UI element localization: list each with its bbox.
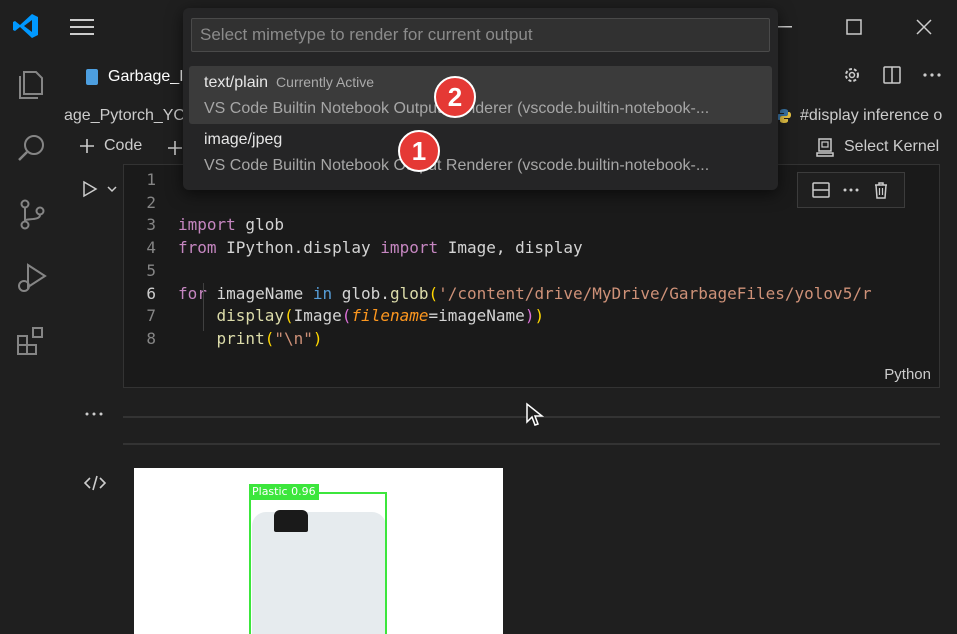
chevron-down-icon[interactable] — [106, 184, 118, 194]
annotation-badge-2: 2 — [434, 76, 476, 118]
source-control-icon[interactable] — [14, 196, 50, 232]
line-number: 5 — [146, 260, 156, 280]
maximize-icon[interactable] — [839, 12, 869, 42]
extensions-icon[interactable] — [14, 324, 50, 360]
mimetype-search-input[interactable] — [191, 18, 770, 52]
option-detail: VS Code Builtin Notebook Output Renderer… — [204, 157, 710, 174]
run-debug-icon[interactable] — [14, 260, 50, 296]
output-more-icon[interactable] — [84, 410, 104, 418]
cell-toolbar — [797, 172, 905, 208]
detection-label: Plastic 0.96 — [249, 484, 319, 500]
add-code-button[interactable]: Code — [78, 137, 142, 155]
code-token: import — [380, 238, 439, 258]
line-number: 8 — [146, 328, 156, 348]
mimetype-option-image-jpeg[interactable]: image/jpeg VS Code Builtin Notebook Outp… — [189, 124, 772, 182]
delete-icon[interactable] — [871, 180, 891, 200]
select-kernel-label: Select Kernel — [844, 138, 940, 155]
run-cell-button[interactable] — [82, 180, 118, 198]
explorer-icon[interactable] — [14, 66, 50, 102]
code-token: Image — [293, 306, 342, 326]
more-icon[interactable] — [921, 64, 943, 86]
code-token: '/content/drive/MyDrive/GarbageFiles/yol… — [438, 283, 872, 303]
vscode-logo[interactable] — [12, 12, 40, 40]
cell-language-label[interactable]: Python — [884, 366, 931, 383]
line-number: 7 — [146, 306, 156, 326]
code-token: Image, display — [438, 238, 583, 258]
editor-actions — [841, 64, 943, 86]
breadcrumb-cell[interactable]: #display inference o — [776, 107, 942, 125]
option-label-row: text/plain Currently Active — [204, 70, 757, 95]
menu-icon[interactable] — [68, 16, 96, 38]
search-icon[interactable] — [14, 130, 50, 166]
mimetype-quick-pick: text/plain Currently Active VS Code Built… — [183, 8, 778, 190]
option-detail: VS Code Builtin Notebook Output Renderer… — [204, 100, 710, 117]
code-token: ( — [428, 283, 439, 303]
code-token: glob. — [332, 283, 390, 303]
add-code-label: Code — [104, 137, 143, 154]
option-label: text/plain — [204, 74, 269, 91]
code-token: imageName — [206, 283, 313, 303]
code-token: ) — [534, 306, 545, 326]
code-token: display — [216, 306, 284, 326]
split-cell-icon[interactable] — [811, 180, 831, 200]
code-token: from — [178, 238, 217, 258]
line-number: 3 — [146, 215, 156, 235]
code-token: ) — [524, 306, 535, 326]
tab-label: Garbage_I — [108, 68, 184, 85]
code-token: ) — [312, 328, 323, 348]
indent-guide — [203, 283, 204, 331]
notebook-file-icon — [86, 69, 98, 85]
split-editor-icon[interactable] — [881, 64, 903, 86]
code-token: ( — [283, 306, 294, 326]
line-number: 6 — [146, 283, 156, 303]
line-number: 4 — [146, 238, 156, 258]
activity-bar — [0, 52, 64, 634]
close-icon[interactable] — [909, 12, 939, 42]
select-kernel-button[interactable]: Select Kernel — [816, 137, 939, 157]
code-token: print — [216, 328, 265, 348]
tab-notebook[interactable]: Garbage_I — [78, 60, 198, 94]
detection-box — [249, 492, 387, 634]
code-token: glob — [235, 215, 284, 235]
mouse-cursor-icon — [526, 402, 545, 426]
option-label: image/jpeg — [204, 131, 283, 148]
code-token: =imageName — [428, 306, 525, 326]
code-token: IPython.display — [216, 238, 381, 258]
code-editor[interactable]: 1 2 3 import glob 4 from IPython.display i… — [124, 169, 872, 351]
line-number: 1 — [146, 170, 156, 189]
breadcrumb-file[interactable]: age_Pytorch_YC — [64, 107, 185, 125]
python-icon — [777, 109, 791, 123]
mimetype-option-text-plain[interactable]: text/plain Currently Active VS Code Built… — [189, 66, 772, 124]
annotation-badge-1: 1 — [398, 130, 440, 172]
more-icon[interactable] — [841, 180, 861, 200]
code-token: ( — [264, 328, 275, 348]
code-token: import — [178, 215, 236, 235]
code-token: filename — [351, 306, 429, 326]
cell-divider — [123, 443, 940, 445]
gear-icon[interactable] — [841, 64, 863, 86]
kernel-icon — [816, 138, 834, 157]
option-description: Currently Active — [276, 74, 375, 90]
plus-icon — [80, 139, 94, 153]
code-output-icon[interactable] — [82, 470, 108, 496]
run-icon — [83, 180, 98, 198]
breadcrumb-cell-label: #display inference o — [800, 107, 943, 124]
code-token: in — [312, 283, 333, 303]
line-number: 2 — [146, 192, 156, 212]
output-image: Plastic 0.96 — [134, 468, 503, 634]
add-markdown-plus-icon[interactable] — [166, 139, 184, 157]
code-token: glob — [389, 283, 429, 303]
code-token: "\n" — [274, 328, 313, 348]
code-token: ( — [341, 306, 352, 326]
option-label-row: image/jpeg — [204, 128, 757, 152]
